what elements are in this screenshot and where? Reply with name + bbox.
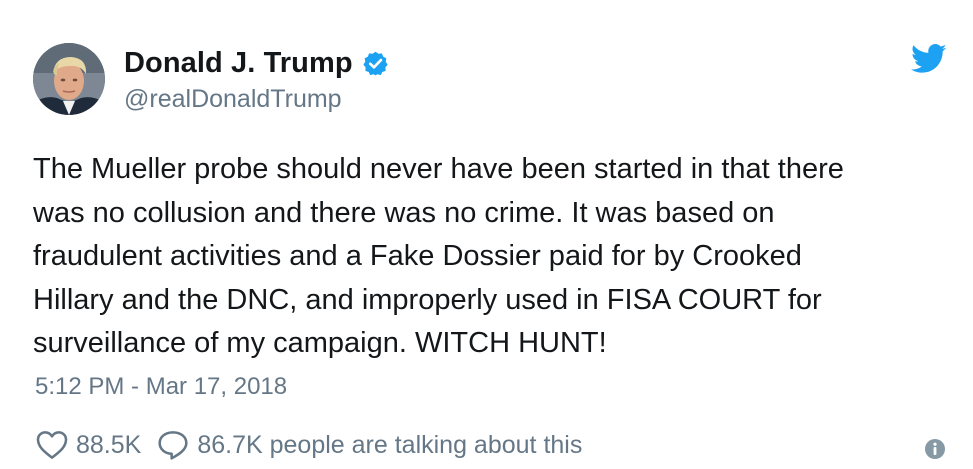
twitter-bird-icon[interactable] [911, 44, 947, 74]
display-name-row: Donald J. Trump [124, 45, 389, 83]
heart-icon [36, 430, 68, 460]
reply-button[interactable]: 86.7K people are talking about this [157, 430, 582, 460]
conversation-count: 86.7K people are talking about this [197, 430, 583, 459]
verified-badge-icon [362, 50, 389, 77]
tweet-header: Donald J. Trump @realDonaldTrump [33, 40, 389, 118]
tweet-actions: 88.5K 86.7K people are talking about thi… [36, 427, 582, 463]
author-handle[interactable]: @realDonaldTrump [124, 85, 389, 114]
display-name[interactable]: Donald J. Trump [124, 47, 353, 80]
tweet-text: The Mueller probe should never have been… [33, 153, 844, 359]
like-count: 88.5K [76, 430, 142, 459]
author-names: Donald J. Trump @realDonaldTrump [124, 45, 389, 114]
like-button[interactable]: 88.5K [36, 430, 141, 460]
tweet-card: Donald J. Trump @realDonaldTrump The Mue… [0, 0, 973, 469]
tweet-timestamp[interactable]: 5:12 PM - Mar 17, 2018 [35, 373, 287, 401]
avatar[interactable] [33, 43, 105, 115]
info-icon[interactable] [924, 438, 946, 460]
speech-bubble-icon [157, 430, 189, 460]
